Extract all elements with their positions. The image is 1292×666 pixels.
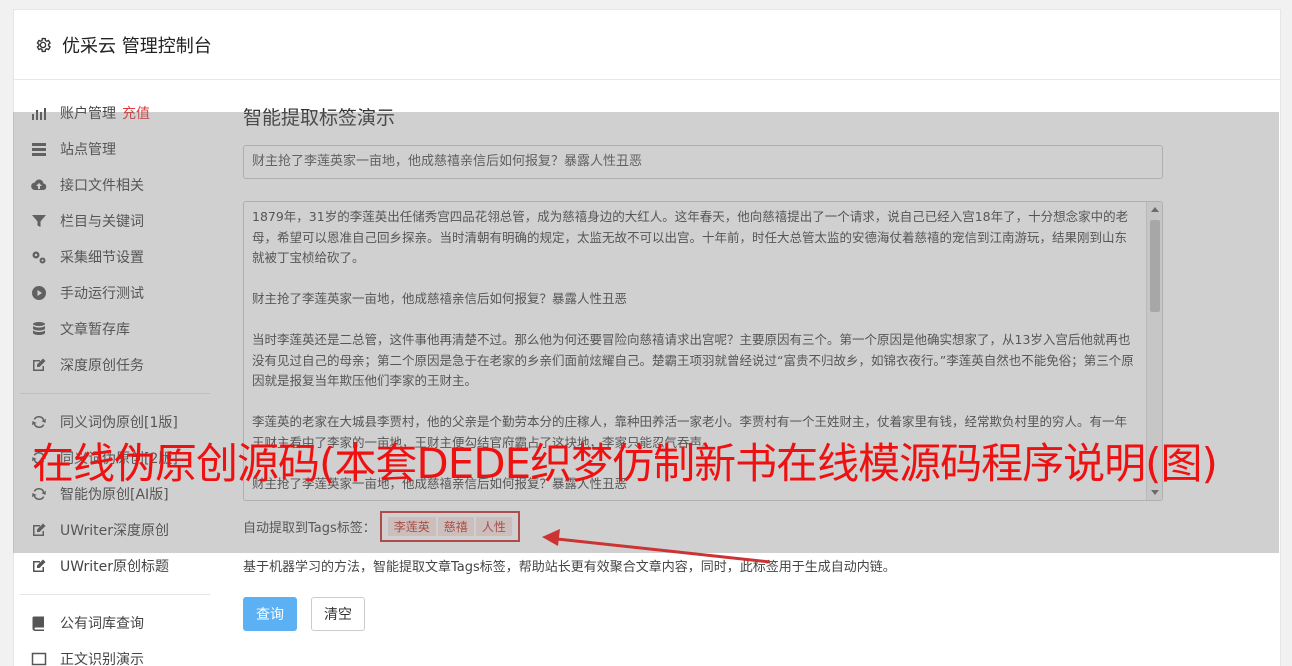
tags-box: 李莲英 慈禧 人性 (379, 511, 520, 542)
database-icon (30, 321, 48, 337)
tag-item[interactable]: 慈禧 (437, 517, 474, 536)
sidebar-item-label: UWriter深度原创 (60, 523, 169, 539)
sidebar-item-label: 同义词伪原创[2版] (60, 451, 178, 467)
sidebar-divider (20, 393, 210, 394)
sidebar-item-label: 手动运行测试 (60, 286, 144, 302)
play-icon (30, 285, 48, 301)
scroll-down-icon[interactable] (1151, 490, 1159, 495)
section-heading: 智能提取标签演示 (243, 107, 396, 129)
refresh-icon (30, 450, 48, 466)
sidebar-item-article-store[interactable]: 文章暂存库 (20, 311, 210, 347)
sidebar-item-collect-settings[interactable]: 采集细节设置 (20, 239, 210, 275)
sidebar-item-label: 公有词库查询 (60, 616, 144, 632)
article-title-input[interactable]: 财主抢了李莲英家一亩地，他成慈禧亲信后如何报复？暴露人性丑恶 (243, 145, 1163, 179)
clear-button[interactable]: 清空 (311, 597, 365, 631)
sidebar-item-columns-keywords[interactable]: 栏目与关键词 (20, 203, 210, 239)
sidebar-item-deep-original[interactable]: 深度原创任务 (20, 347, 210, 383)
edit-icon (30, 522, 48, 538)
article-content: 1879年，31岁的李莲英出任储秀宫四品花翎总管，成为慈禧身边的大红人。这年春天… (252, 209, 1134, 491)
sidebar-item-interface-files[interactable]: 接口文件相关 (20, 167, 210, 203)
sidebar-item-label: UWriter原创标题 (60, 559, 169, 575)
filter-icon (30, 213, 48, 229)
sidebar-item-account[interactable]: 账户管理 充值 (20, 95, 210, 131)
edit-icon (30, 558, 48, 574)
refresh-icon (30, 414, 48, 430)
sidebar-item-label: 接口文件相关 (60, 178, 144, 194)
main-panel: 智能提取标签演示 财主抢了李莲英家一亩地，他成慈禧亲信后如何报复？暴露人性丑恶 … (243, 95, 1163, 631)
sidebar-item-sites[interactable]: 站点管理 (20, 131, 210, 167)
tag-item[interactable]: 李莲英 (387, 517, 436, 536)
tags-label: 自动提取到Tags标签： (243, 521, 376, 536)
sidebar-item-label: 账户管理 (60, 106, 116, 122)
sidebar-item-synonym-v2[interactable]: 同义词伪原创[2版] (20, 440, 210, 476)
cloud-upload-icon (30, 177, 48, 193)
sidebar-item-label: 智能伪原创[AI版] (60, 487, 169, 503)
list-icon (30, 141, 48, 157)
sidebar-divider (20, 594, 210, 595)
edit-icon (30, 357, 48, 373)
sidebar-item-public-lexicon[interactable]: 公有词库查询 (20, 605, 210, 641)
sidebar-item-label: 站点管理 (60, 142, 116, 158)
recharge-link[interactable]: 充值 (122, 103, 150, 123)
sidebar-item-synonym-v1[interactable]: 同义词伪原创[1版] (20, 404, 210, 440)
sidebar-item-uwriter-title[interactable]: UWriter原创标题 (20, 548, 210, 584)
sidebar-item-label: 文章暂存库 (60, 322, 130, 338)
sidebar-item-uwriter-deep[interactable]: UWriter深度原创 (20, 512, 210, 548)
sidebar-item-label: 深度原创任务 (60, 358, 144, 374)
header: 优采云 管理控制台 (14, 10, 1280, 80)
book-icon (30, 615, 48, 631)
gears-icon (30, 249, 48, 265)
scroll-up-icon[interactable] (1151, 207, 1159, 212)
sidebar-item-label: 采集细节设置 (60, 250, 144, 266)
square-icon (30, 651, 48, 666)
description-text: 基于机器学习的方法，智能提取文章Tags标签，帮助站长更有效聚合文章内容，同时，… (243, 560, 896, 575)
query-button[interactable]: 查询 (243, 597, 297, 631)
page-title: 优采云 管理控制台 (62, 35, 212, 57)
sidebar-item-manual-run[interactable]: 手动运行测试 (20, 275, 210, 311)
sidebar-item-label: 栏目与关键词 (60, 214, 144, 230)
sidebar-item-label: 正文识别演示 (60, 652, 144, 666)
tag-item[interactable]: 人性 (475, 517, 512, 536)
button-group: 查询 清空 (243, 597, 1163, 631)
tags-row: 自动提取到Tags标签： 李莲英 慈禧 人性 (243, 511, 1163, 542)
sidebar-item-label: 同义词伪原创[1版] (60, 415, 178, 431)
sidebar: 账户管理 充值 站点管理 接口文件相关 栏目与关键词 采集细节设置 手动运行测试… (20, 95, 210, 666)
article-textarea[interactable]: 1879年，31岁的李莲英出任储秀宫四品花翎总管，成为慈禧身边的大红人。这年春天… (243, 201, 1163, 501)
refresh-icon (30, 486, 48, 502)
scroll-thumb[interactable] (1150, 220, 1160, 312)
gear-icon (36, 37, 51, 52)
sidebar-item-text-recognition[interactable]: 正文识别演示 (20, 641, 210, 666)
bar-chart-icon (30, 105, 48, 121)
scrollbar[interactable] (1146, 202, 1162, 500)
sidebar-item-ai-original[interactable]: 智能伪原创[AI版] (20, 476, 210, 512)
